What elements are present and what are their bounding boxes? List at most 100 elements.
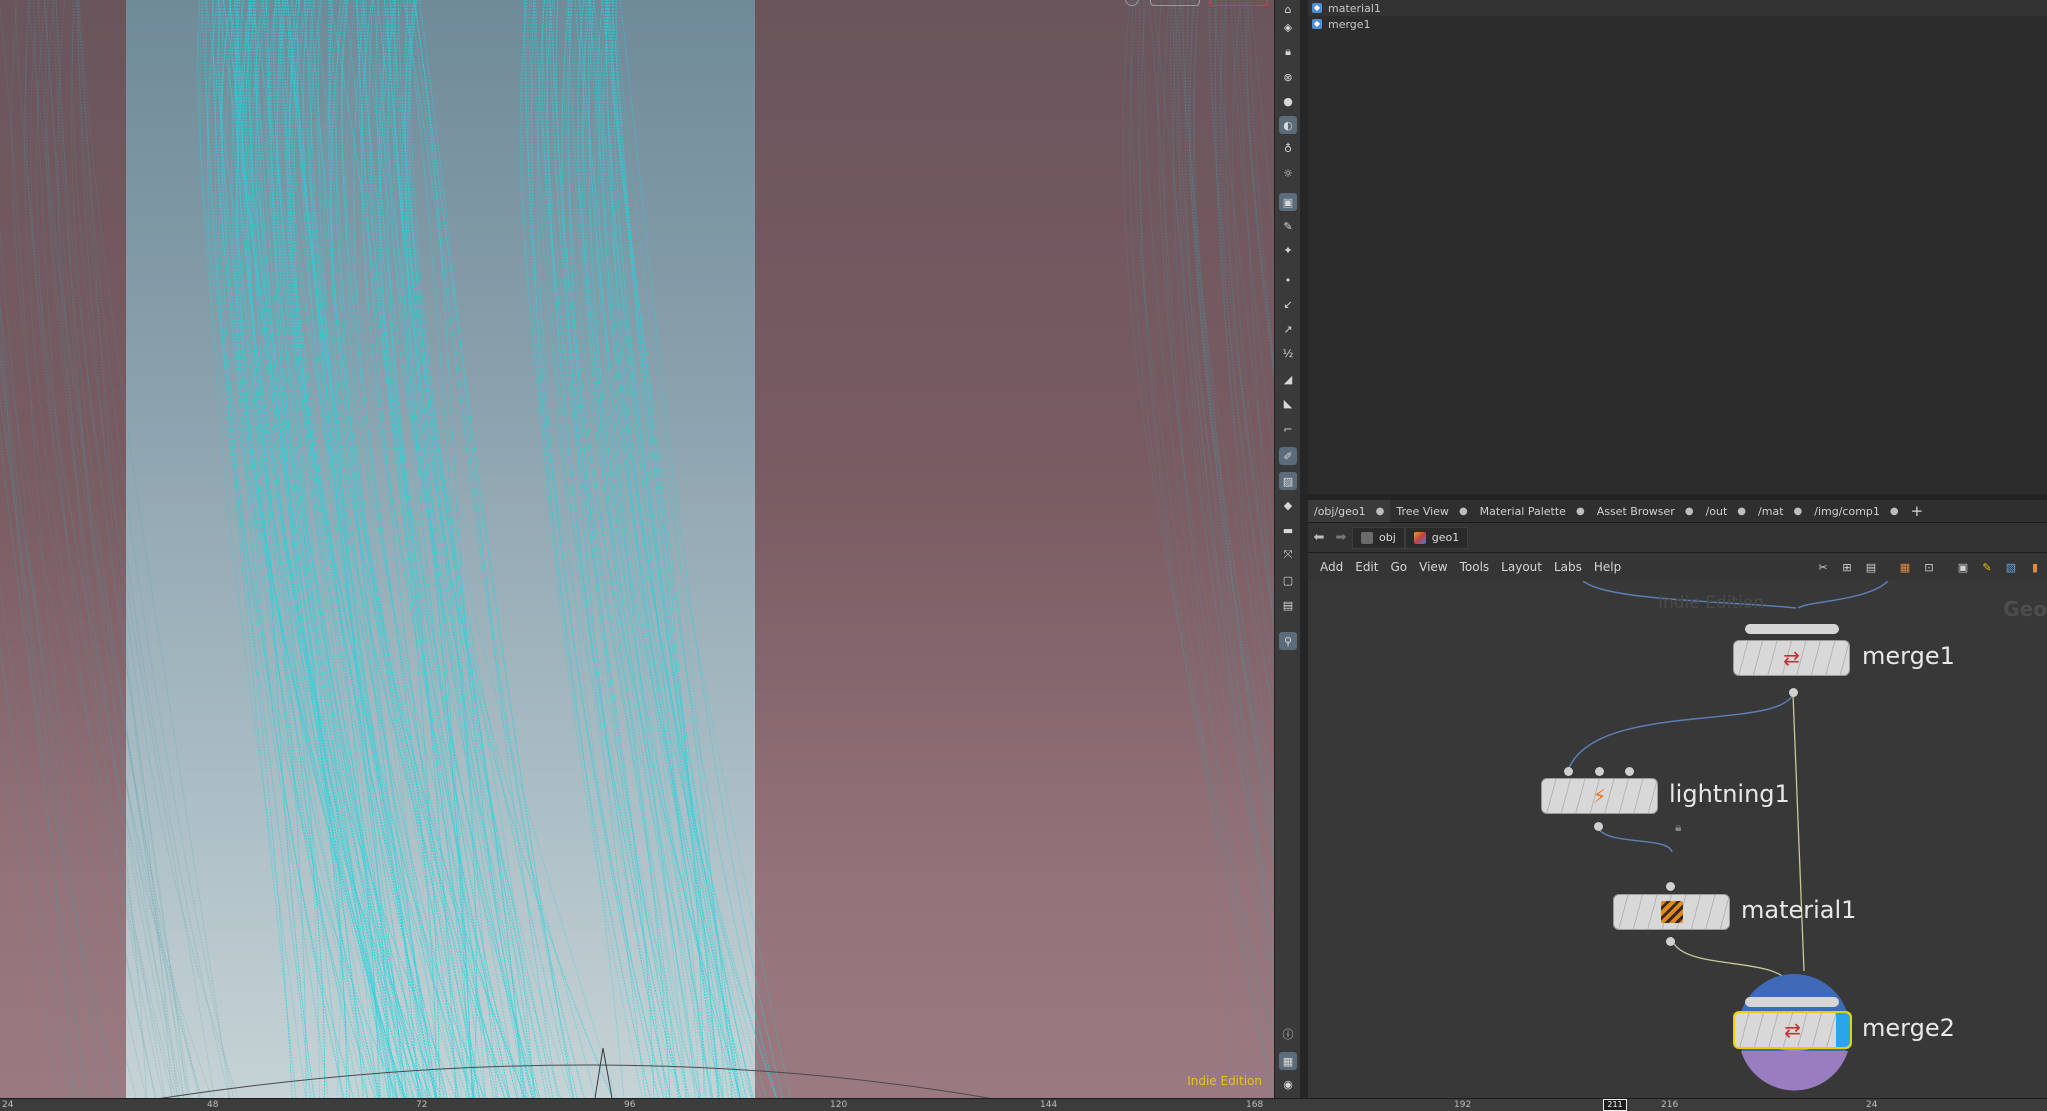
render-region-icon[interactable]: ▤ bbox=[1279, 596, 1297, 614]
guide-display-icon[interactable]: ⌐ bbox=[1279, 420, 1297, 438]
point-display-icon[interactable]: • bbox=[1279, 271, 1297, 289]
node-name[interactable]: merge1 bbox=[1862, 642, 1955, 670]
node-body[interactable]: ⚡ bbox=[1541, 778, 1658, 814]
back-arrow-icon[interactable]: ⬅ bbox=[1308, 530, 1330, 545]
close-icon[interactable]: ● bbox=[1737, 506, 1746, 517]
current-frame-marker[interactable]: 211 bbox=[1603, 1099, 1627, 1111]
close-icon[interactable]: ● bbox=[1685, 506, 1694, 517]
viewport-option-widget[interactable] bbox=[1150, 0, 1200, 6]
close-icon[interactable]: ● bbox=[1890, 506, 1899, 517]
menu-edit[interactable]: Edit bbox=[1349, 560, 1384, 574]
tree-item-merge1[interactable]: ◆ merge1 bbox=[1308, 16, 2047, 32]
camera-menu-icon[interactable]: ⌂ bbox=[1279, 0, 1297, 18]
snap-icon[interactable]: ✎ bbox=[1279, 217, 1297, 235]
input-connector[interactable] bbox=[1595, 767, 1604, 776]
menu-go[interactable]: Go bbox=[1384, 560, 1413, 574]
input-connector[interactable] bbox=[1666, 882, 1675, 891]
background-image-icon[interactable]: ▨ bbox=[1279, 472, 1297, 490]
tab-tree-view[interactable]: Tree View ● bbox=[1390, 500, 1473, 522]
timeline-tick: 120 bbox=[830, 1100, 848, 1110]
output-connector[interactable] bbox=[1594, 822, 1603, 831]
tab-img-comp1[interactable]: /img/comp1 ● bbox=[1808, 500, 1904, 522]
pin-icon[interactable]: ⚲ bbox=[1279, 632, 1297, 650]
wireframe-icon[interactable]: ◐ bbox=[1279, 116, 1297, 134]
network-tool-icons: ✂ ⊞ ▤ ▦ ⊡ ▣ ✎ ▧ ▮ bbox=[1811, 553, 2047, 581]
view-camera-icon[interactable]: ◈ bbox=[1279, 18, 1297, 36]
paint-icon[interactable]: ✦ bbox=[1279, 241, 1297, 259]
tab-label: /img/comp1 bbox=[1814, 504, 1880, 518]
transform-handle-icon[interactable]: ⤧ bbox=[1279, 546, 1297, 564]
network-menu-bar: Add Edit Go View Tools Layout Labs Help … bbox=[1308, 553, 2047, 582]
node-name[interactable]: lightning1 bbox=[1669, 780, 1790, 808]
tree-layout-icon[interactable]: ⊞ bbox=[1839, 559, 1855, 575]
layout-grid-icon[interactable]: ▦ bbox=[1279, 1052, 1297, 1070]
node-name[interactable]: merge2 bbox=[1862, 1014, 1955, 1042]
menu-layout[interactable]: Layout bbox=[1495, 560, 1548, 574]
network-box-icon[interactable]: ▣ bbox=[1955, 559, 1971, 575]
menu-view[interactable]: View bbox=[1413, 560, 1453, 574]
output-connector[interactable] bbox=[1789, 688, 1798, 697]
template-display-icon[interactable]: ✐ bbox=[1279, 447, 1297, 465]
output-connector[interactable] bbox=[1666, 937, 1675, 946]
flag-icon[interactable]: ▮ bbox=[2027, 559, 2043, 575]
vector-display-icon[interactable]: ↗ bbox=[1279, 320, 1297, 338]
light-bulb-icon[interactable]: ♁ bbox=[1279, 139, 1297, 157]
menu-labs[interactable]: Labs bbox=[1548, 560, 1588, 574]
wrench-icon[interactable]: ✂ bbox=[1815, 559, 1831, 575]
material-icon bbox=[1660, 901, 1683, 923]
scene-viewport[interactable]: Indie Edition bbox=[0, 0, 1274, 1098]
timeline-tick: 216 bbox=[1661, 1100, 1679, 1110]
tab-material-palette[interactable]: Material Palette ● bbox=[1474, 500, 1591, 522]
input-connector[interactable] bbox=[1564, 767, 1573, 776]
info-icon[interactable]: ⓘ bbox=[1279, 1025, 1297, 1043]
breadcrumb-obj[interactable]: obj bbox=[1352, 526, 1405, 549]
display-options-icon[interactable]: ▣ bbox=[1279, 193, 1297, 211]
display-flag-icon[interactable] bbox=[1836, 1013, 1850, 1047]
close-icon[interactable]: ● bbox=[1794, 506, 1803, 517]
breadcrumb-label: geo1 bbox=[1431, 531, 1460, 544]
node-name[interactable]: material1 bbox=[1741, 896, 1856, 924]
tab-out[interactable]: /out ● bbox=[1700, 500, 1752, 522]
safe-area-icon[interactable]: ▢ bbox=[1279, 571, 1297, 589]
snapshot-icon[interactable]: ◉ bbox=[1279, 1075, 1297, 1093]
tab-mat[interactable]: /mat ● bbox=[1752, 500, 1808, 522]
node-body[interactable]: ⇄ bbox=[1733, 1011, 1852, 1049]
shading-sphere-icon[interactable]: ● bbox=[1279, 92, 1297, 110]
network-editor[interactable]: Indie Edition Geo ⇄ merge1 ⚡ 🔒︎ lightnin… bbox=[1308, 581, 2047, 1098]
number-display-icon[interactable]: ½ bbox=[1279, 344, 1297, 362]
timeline-tick: 96 bbox=[624, 1100, 636, 1110]
image-icon[interactable]: ▧ bbox=[2003, 559, 2019, 575]
menu-help[interactable]: Help bbox=[1588, 560, 1627, 574]
close-icon[interactable]: ● bbox=[1376, 506, 1385, 517]
menu-add[interactable]: Add bbox=[1314, 560, 1349, 574]
ghost-icon[interactable]: ⊗ bbox=[1279, 68, 1297, 86]
forward-arrow-icon[interactable]: ➡ bbox=[1330, 530, 1352, 545]
primitive-display-icon[interactable]: ◢ bbox=[1279, 370, 1297, 388]
tree-item-material1[interactable]: ◆ material1 bbox=[1308, 0, 2047, 16]
node-body[interactable] bbox=[1613, 894, 1730, 930]
tab-obj-geo1[interactable]: /obj/geo1 ● bbox=[1308, 500, 1391, 522]
tab-asset-browser[interactable]: Asset Browser ● bbox=[1591, 500, 1700, 522]
tile-view-icon[interactable]: ⊡ bbox=[1921, 559, 1937, 575]
hull-display-icon[interactable]: ◣ bbox=[1279, 394, 1297, 412]
viewport-alert-widget[interactable] bbox=[1210, 0, 1268, 6]
scene-geometry-icon[interactable]: ▬ bbox=[1279, 521, 1297, 539]
normal-display-icon[interactable]: ↙ bbox=[1279, 295, 1297, 313]
close-icon[interactable]: ● bbox=[1459, 506, 1468, 517]
headlight-icon[interactable]: ☼ bbox=[1279, 164, 1297, 182]
visualizer-icon[interactable]: ◆ bbox=[1279, 496, 1297, 514]
node-body[interactable]: ⇄ bbox=[1733, 640, 1850, 676]
timeline-bar[interactable]: 24 48 72 96 120 144 168 192 216 24 211 bbox=[0, 1098, 2047, 1111]
network-tab-bar: /obj/geo1 ● Tree View ● Material Palette… bbox=[1308, 500, 2047, 523]
add-tab-button[interactable]: + bbox=[1905, 502, 1930, 520]
input-connector[interactable] bbox=[1625, 767, 1634, 776]
menu-tools[interactable]: Tools bbox=[1454, 560, 1496, 574]
merge-icon: ⇄ bbox=[1783, 646, 1800, 670]
sop-node-icon: ◆ bbox=[1312, 3, 1322, 13]
list-view-icon[interactable]: ▤ bbox=[1863, 559, 1879, 575]
sticky-note-icon[interactable]: ✎ bbox=[1979, 559, 1995, 575]
lock-icon[interactable]: 🔒︎ bbox=[1279, 43, 1297, 61]
grid-view-icon[interactable]: ▦ bbox=[1897, 559, 1913, 575]
close-icon[interactable]: ● bbox=[1576, 506, 1585, 517]
breadcrumb-geo1[interactable]: geo1 bbox=[1404, 526, 1469, 549]
